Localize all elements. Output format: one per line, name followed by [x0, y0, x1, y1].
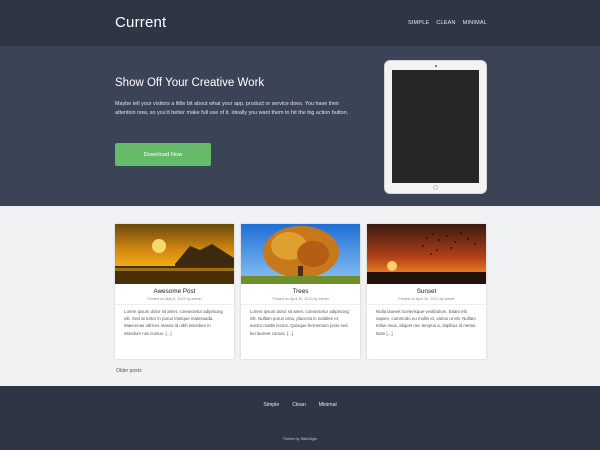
- footer-nav-item-clean[interactable]: Clean: [292, 402, 306, 408]
- site-header: Current SIMPLE CLEAN MINIMAL: [0, 0, 600, 46]
- post-thumbnail[interactable]: [367, 224, 486, 284]
- post-card: Trees Posted on April 30, 2013 by admin …: [241, 224, 360, 359]
- tablet-home-button: [433, 185, 438, 190]
- older-posts-link[interactable]: Older posts: [116, 368, 142, 374]
- post-divider: [241, 304, 360, 305]
- post-title[interactable]: Trees: [241, 288, 360, 295]
- nav-item-simple[interactable]: SIMPLE: [408, 20, 429, 26]
- post-thumbnail[interactable]: [115, 224, 234, 284]
- hero-text: Maybe tell your visitors a little bit ab…: [115, 101, 349, 117]
- main-nav: SIMPLE CLEAN MINIMAL: [408, 20, 487, 26]
- hero-title: Show Off Your Creative Work: [115, 77, 265, 89]
- footer-nav-item-minimal[interactable]: Minimal: [319, 402, 337, 408]
- site-footer: Simple Clean Minimal Theme by SiteOrigin: [0, 386, 600, 450]
- footer-nav-item-simple[interactable]: Simple: [263, 402, 279, 408]
- post-thumbnail[interactable]: [241, 224, 360, 284]
- post-meta: Posted on April 30, 2013 by admin: [272, 297, 329, 301]
- download-now-button[interactable]: Download Now: [115, 143, 211, 166]
- post-divider: [115, 304, 234, 305]
- post-divider: [367, 304, 486, 305]
- nav-item-clean[interactable]: CLEAN: [436, 20, 455, 26]
- post-excerpt: Lorem ipsum dolor sit amet, consectetur …: [250, 309, 349, 336]
- post-excerpt: Nulla laoreet scelerisque vestibulum. Et…: [376, 309, 477, 336]
- tablet-camera: [435, 65, 437, 67]
- tablet-image: [384, 60, 487, 194]
- posts-section: Awesome Post Posted on May 6, 2013 by ad…: [0, 206, 600, 386]
- footer-nav: Simple Clean Minimal: [0, 402, 600, 408]
- hero-section: Show Off Your Creative Work Maybe tell y…: [0, 46, 600, 206]
- post-meta: Posted on April 30, 2013 by admin: [398, 297, 455, 301]
- tablet-screen: [392, 70, 479, 183]
- post-excerpt: Lorem ipsum dolor sit amet, consectetur …: [124, 309, 223, 336]
- post-meta: Posted on May 6, 2013 by admin: [147, 297, 202, 301]
- theme-credit[interactable]: Theme by SiteOrigin: [0, 437, 600, 441]
- post-title[interactable]: Sunset: [367, 288, 486, 295]
- nav-item-minimal[interactable]: MINIMAL: [463, 20, 487, 26]
- post-card: Sunset Posted on April 30, 2013 by admin…: [367, 224, 486, 359]
- site-logo[interactable]: Current: [115, 14, 166, 31]
- post-card: Awesome Post Posted on May 6, 2013 by ad…: [115, 224, 234, 359]
- post-title[interactable]: Awesome Post: [115, 288, 234, 295]
